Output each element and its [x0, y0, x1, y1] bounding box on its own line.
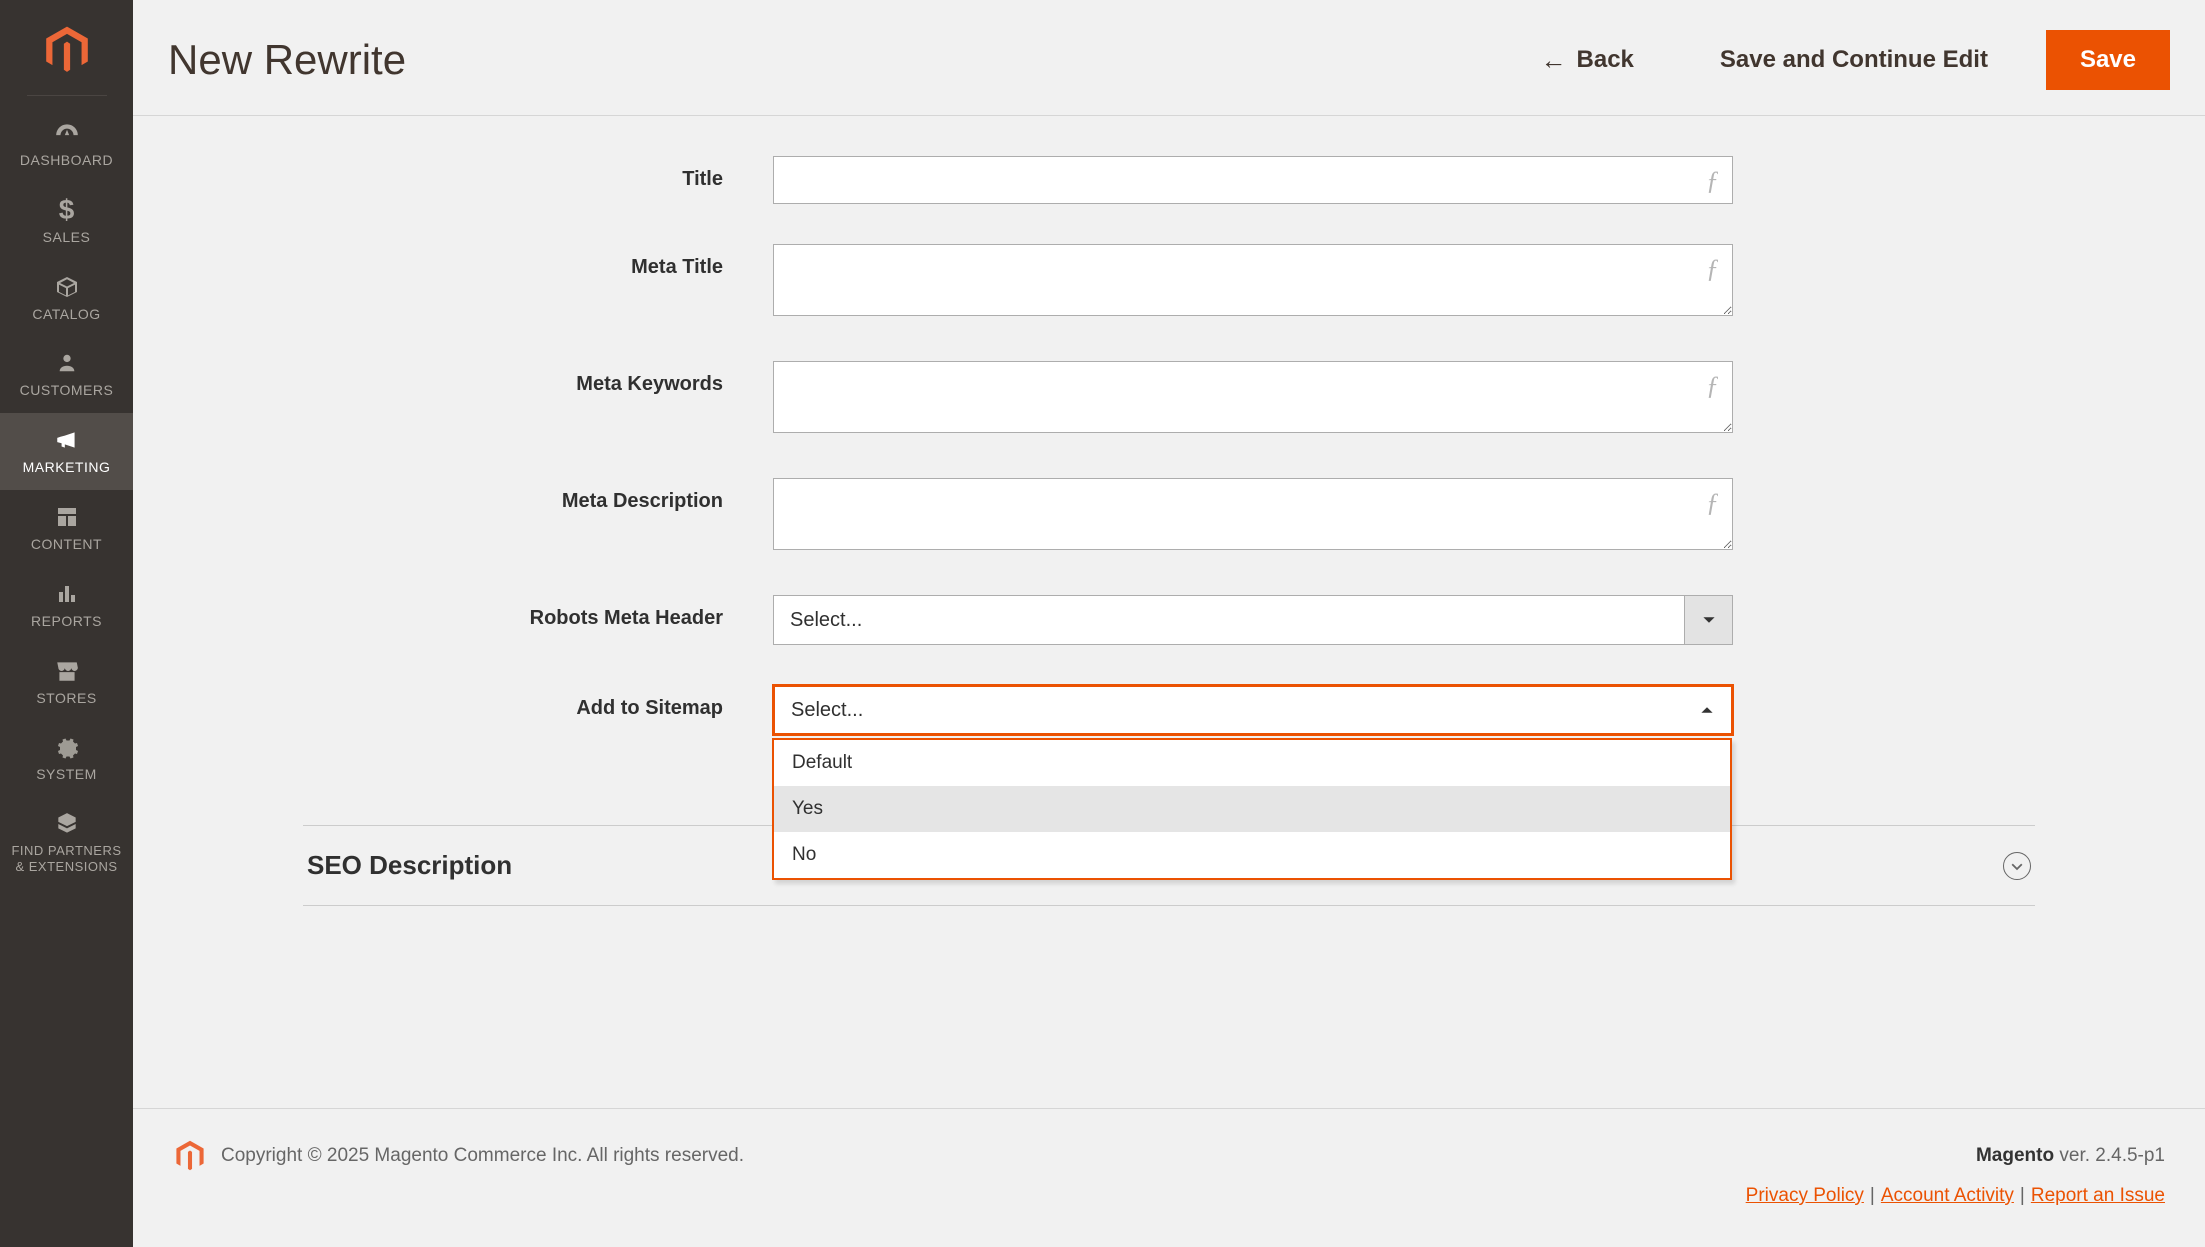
- nav-label: SALES: [43, 229, 91, 246]
- chevron-up-icon: [1683, 687, 1731, 733]
- nav-label: SYSTEM: [36, 766, 97, 783]
- nav-label: CUSTOMERS: [20, 382, 114, 399]
- back-button[interactable]: ← Back: [1513, 31, 1662, 90]
- magento-logo[interactable]: [37, 20, 97, 80]
- meta-title-input[interactable]: [773, 244, 1733, 316]
- robots-select[interactable]: Select...: [773, 595, 1733, 645]
- separator: |: [2020, 1185, 2025, 1207]
- megaphone-icon: [52, 425, 82, 455]
- nav-catalog[interactable]: CATALOG: [0, 260, 133, 337]
- page-header: New Rewrite ← Back Save and Continue Edi…: [133, 0, 2205, 116]
- meta-description-input[interactable]: [773, 478, 1733, 550]
- privacy-policy-link[interactable]: Privacy Policy: [1746, 1185, 1864, 1207]
- copyright-text: Copyright © 2025 Magento Commerce Inc. A…: [221, 1145, 1976, 1167]
- admin-sidebar: DASHBOARD $ SALES CATALOG CUSTOMERS MARK…: [0, 0, 133, 1247]
- label-sitemap: Add to Sitemap: [303, 685, 773, 720]
- option-default[interactable]: Default: [774, 740, 1730, 786]
- gear-icon: [52, 732, 82, 762]
- nav-reports[interactable]: REPORTS: [0, 567, 133, 644]
- select-placeholder: Select...: [775, 699, 1683, 722]
- person-icon: [52, 348, 82, 378]
- label-meta-keywords: Meta Keywords: [303, 361, 773, 396]
- row-sitemap: Add to Sitemap Select... Default Yes No: [303, 685, 2035, 735]
- nav-label: STORES: [36, 690, 96, 707]
- row-meta-keywords: Meta Keywords ƒ: [303, 361, 2035, 438]
- dollar-icon: $: [52, 195, 82, 225]
- nav-content[interactable]: CONTENT: [0, 490, 133, 567]
- back-label: Back: [1577, 46, 1634, 74]
- nav-find-partners[interactable]: FIND PARTNERS & EXTENSIONS: [0, 797, 133, 888]
- nav-label: DASHBOARD: [20, 152, 113, 169]
- row-meta-title: Meta Title ƒ: [303, 244, 2035, 321]
- option-yes[interactable]: Yes: [774, 786, 1730, 832]
- nav-system[interactable]: SYSTEM: [0, 720, 133, 797]
- page-title: New Rewrite: [168, 36, 1513, 84]
- account-activity-link[interactable]: Account Activity: [1881, 1185, 2014, 1207]
- box-icon: [52, 272, 82, 302]
- label-meta-description: Meta Description: [303, 478, 773, 513]
- label-robots: Robots Meta Header: [303, 595, 773, 630]
- nav-label: MARKETING: [23, 459, 111, 476]
- label-meta-title: Meta Title: [303, 244, 773, 279]
- nav-sales[interactable]: $ SALES: [0, 183, 133, 260]
- meta-keywords-input[interactable]: [773, 361, 1733, 433]
- nav-label: FIND PARTNERS & EXTENSIONS: [11, 843, 121, 874]
- chevron-down-icon: [1684, 596, 1732, 644]
- nav-stores[interactable]: STORES: [0, 644, 133, 721]
- store-icon: [52, 656, 82, 686]
- nav-marketing[interactable]: MARKETING: [0, 413, 133, 490]
- title-input[interactable]: [773, 156, 1733, 204]
- separator: |: [1870, 1185, 1875, 1207]
- select-placeholder: Select...: [774, 609, 1684, 632]
- nav-label: CONTENT: [31, 536, 102, 553]
- divider: [27, 95, 107, 96]
- save-and-continue-button[interactable]: Save and Continue Edit: [1692, 32, 2016, 88]
- sitemap-select[interactable]: Select...: [773, 685, 1733, 735]
- sitemap-dropdown: Default Yes No: [772, 738, 1732, 880]
- label-title: Title: [303, 156, 773, 191]
- magento-logo-small: [173, 1139, 207, 1173]
- gauge-icon: [52, 118, 82, 148]
- save-button[interactable]: Save: [2046, 30, 2170, 90]
- nav-label: REPORTS: [31, 613, 102, 630]
- expand-toggle[interactable]: [2003, 852, 2031, 880]
- partners-icon: [52, 809, 82, 839]
- row-title: Title ƒ: [303, 156, 2035, 204]
- page-footer: Copyright © 2025 Magento Commerce Inc. A…: [133, 1108, 2205, 1247]
- nav-dashboard[interactable]: DASHBOARD: [0, 106, 133, 183]
- version-text: Magento ver. 2.4.5-p1: [1976, 1145, 2165, 1167]
- row-robots: Robots Meta Header Select...: [303, 595, 2035, 645]
- option-no[interactable]: No: [774, 832, 1730, 878]
- bars-icon: [52, 579, 82, 609]
- arrow-left-icon: ←: [1541, 45, 1567, 76]
- report-issue-link[interactable]: Report an Issue: [2031, 1185, 2165, 1207]
- main-area: New Rewrite ← Back Save and Continue Edi…: [133, 0, 2205, 1247]
- layout-icon: [52, 502, 82, 532]
- nav-customers[interactable]: CUSTOMERS: [0, 336, 133, 413]
- nav-label: CATALOG: [32, 306, 100, 323]
- row-meta-description: Meta Description ƒ: [303, 478, 2035, 555]
- form-area: Title ƒ Meta Title ƒ Meta Keywords ƒ Met…: [133, 116, 2205, 1108]
